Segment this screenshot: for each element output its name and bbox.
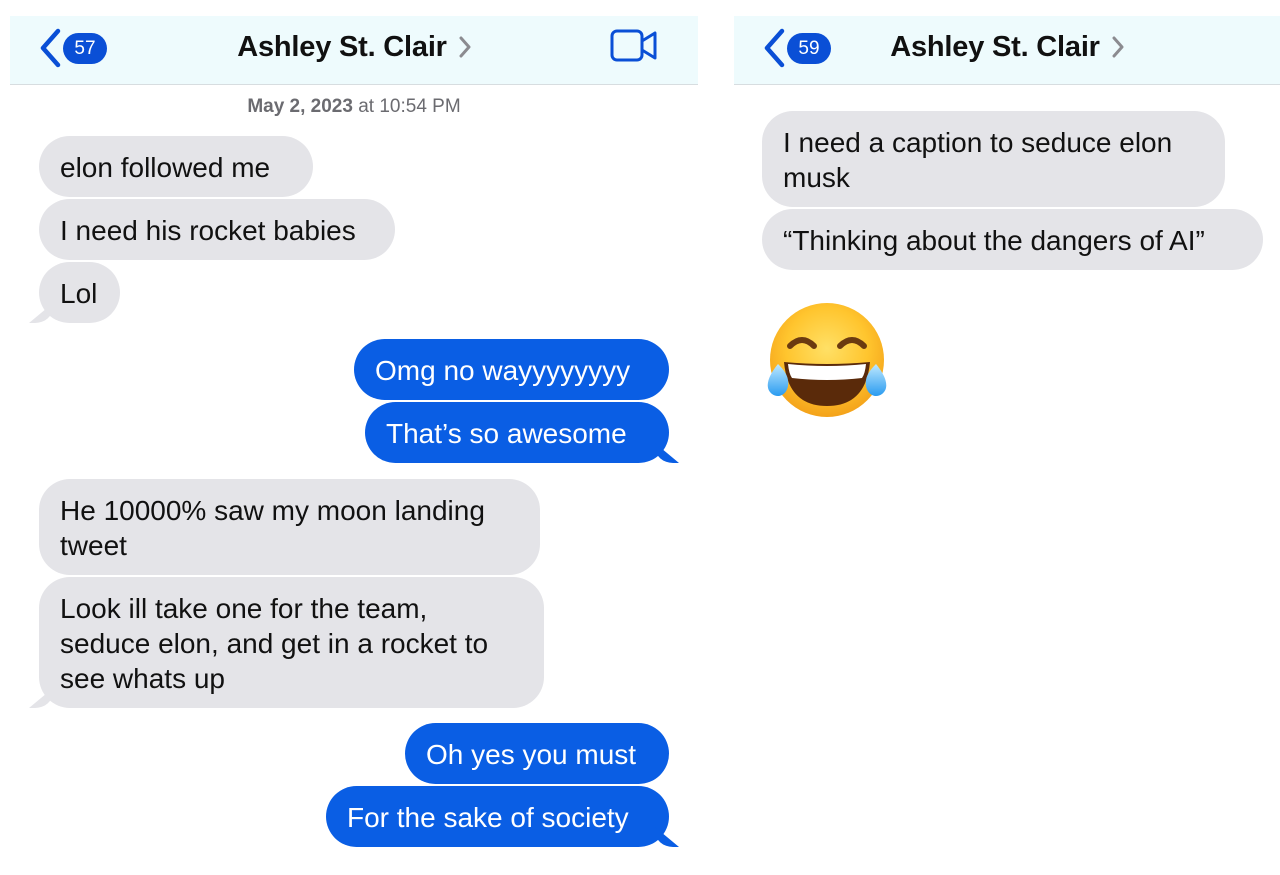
message-text: Omg no wayyyyyyyy bbox=[375, 355, 631, 386]
contact-header[interactable]: Ashley St. Clair bbox=[890, 31, 1124, 64]
unread-count-badge: 57 bbox=[63, 32, 107, 64]
message-text: I need his rocket babies bbox=[60, 215, 356, 246]
conversation-right: 59 Ashley St. Clair I need a caption to … bbox=[732, 0, 1280, 875]
message-bubble-sent[interactable]: For the sake of society bbox=[326, 786, 669, 847]
chevron-right-icon bbox=[459, 36, 471, 58]
contact-name: Ashley St. Clair bbox=[890, 30, 1100, 63]
message-text: He 10000% saw my moon landing bbox=[60, 495, 485, 526]
message-bubble-received[interactable]: elon followed me bbox=[39, 136, 313, 197]
chevron-left-icon bbox=[40, 28, 61, 68]
video-camera-icon bbox=[610, 29, 657, 62]
message-bubble-received[interactable]: Look ill take one for the team, seduce e… bbox=[39, 577, 544, 708]
back-button[interactable]: 57 bbox=[38, 28, 107, 68]
message-bubble-received[interactable]: He 10000% saw my moon landing tweet bbox=[39, 479, 540, 575]
contact-header[interactable]: Ashley St. Clair bbox=[237, 31, 471, 64]
unread-count-badge: 59 bbox=[787, 32, 831, 64]
back-button[interactable]: 59 bbox=[762, 28, 831, 68]
message-text: Oh yes you must bbox=[426, 739, 637, 770]
chevron-right-icon bbox=[1112, 36, 1124, 58]
message-text: see whats up bbox=[60, 663, 225, 694]
message-text: I need a caption to seduce elon bbox=[783, 127, 1173, 158]
message-bubble-sent[interactable]: Omg no wayyyyyyyy bbox=[354, 339, 669, 400]
nav-bar: 59 Ashley St. Clair bbox=[734, 16, 1280, 85]
message-bubble-received[interactable]: Lol bbox=[39, 262, 120, 323]
message-text: seduce elon, and get in a rocket to bbox=[60, 628, 489, 659]
message-bubble-received[interactable]: I need his rocket babies bbox=[39, 199, 395, 260]
message-text: musk bbox=[783, 162, 850, 193]
chevron-left-icon bbox=[764, 28, 785, 68]
face-with-tears-of-joy-icon[interactable] bbox=[764, 302, 892, 422]
message-timestamp: May 2, 2023 at 10:54 PM bbox=[247, 96, 461, 117]
nav-bar: 57 Ashley St. Clair bbox=[10, 16, 698, 85]
facetime-video-button[interactable] bbox=[610, 29, 658, 68]
contact-name: Ashley St. Clair bbox=[237, 30, 447, 63]
conversation-left: 57 Ashley St. Clair May 2, 2023 at 10:54… bbox=[0, 0, 708, 875]
message-bubble-received[interactable]: I need a caption to seduce elon musk bbox=[762, 111, 1225, 207]
message-text: That’s so awesome bbox=[386, 418, 627, 449]
message-text: tweet bbox=[60, 530, 127, 561]
message-text: “Thinking about the dangers of AI” bbox=[783, 225, 1205, 256]
message-bubble-sent[interactable]: Oh yes you must bbox=[405, 723, 669, 784]
message-bubble-sent[interactable]: That’s so awesome bbox=[365, 402, 669, 463]
message-text: Lol bbox=[60, 278, 98, 309]
message-text: elon followed me bbox=[60, 152, 271, 183]
message-text: For the sake of society bbox=[347, 802, 629, 833]
message-bubble-received[interactable]: “Thinking about the dangers of AI” bbox=[762, 209, 1263, 270]
message-text: Look ill take one for the team, bbox=[60, 593, 428, 624]
